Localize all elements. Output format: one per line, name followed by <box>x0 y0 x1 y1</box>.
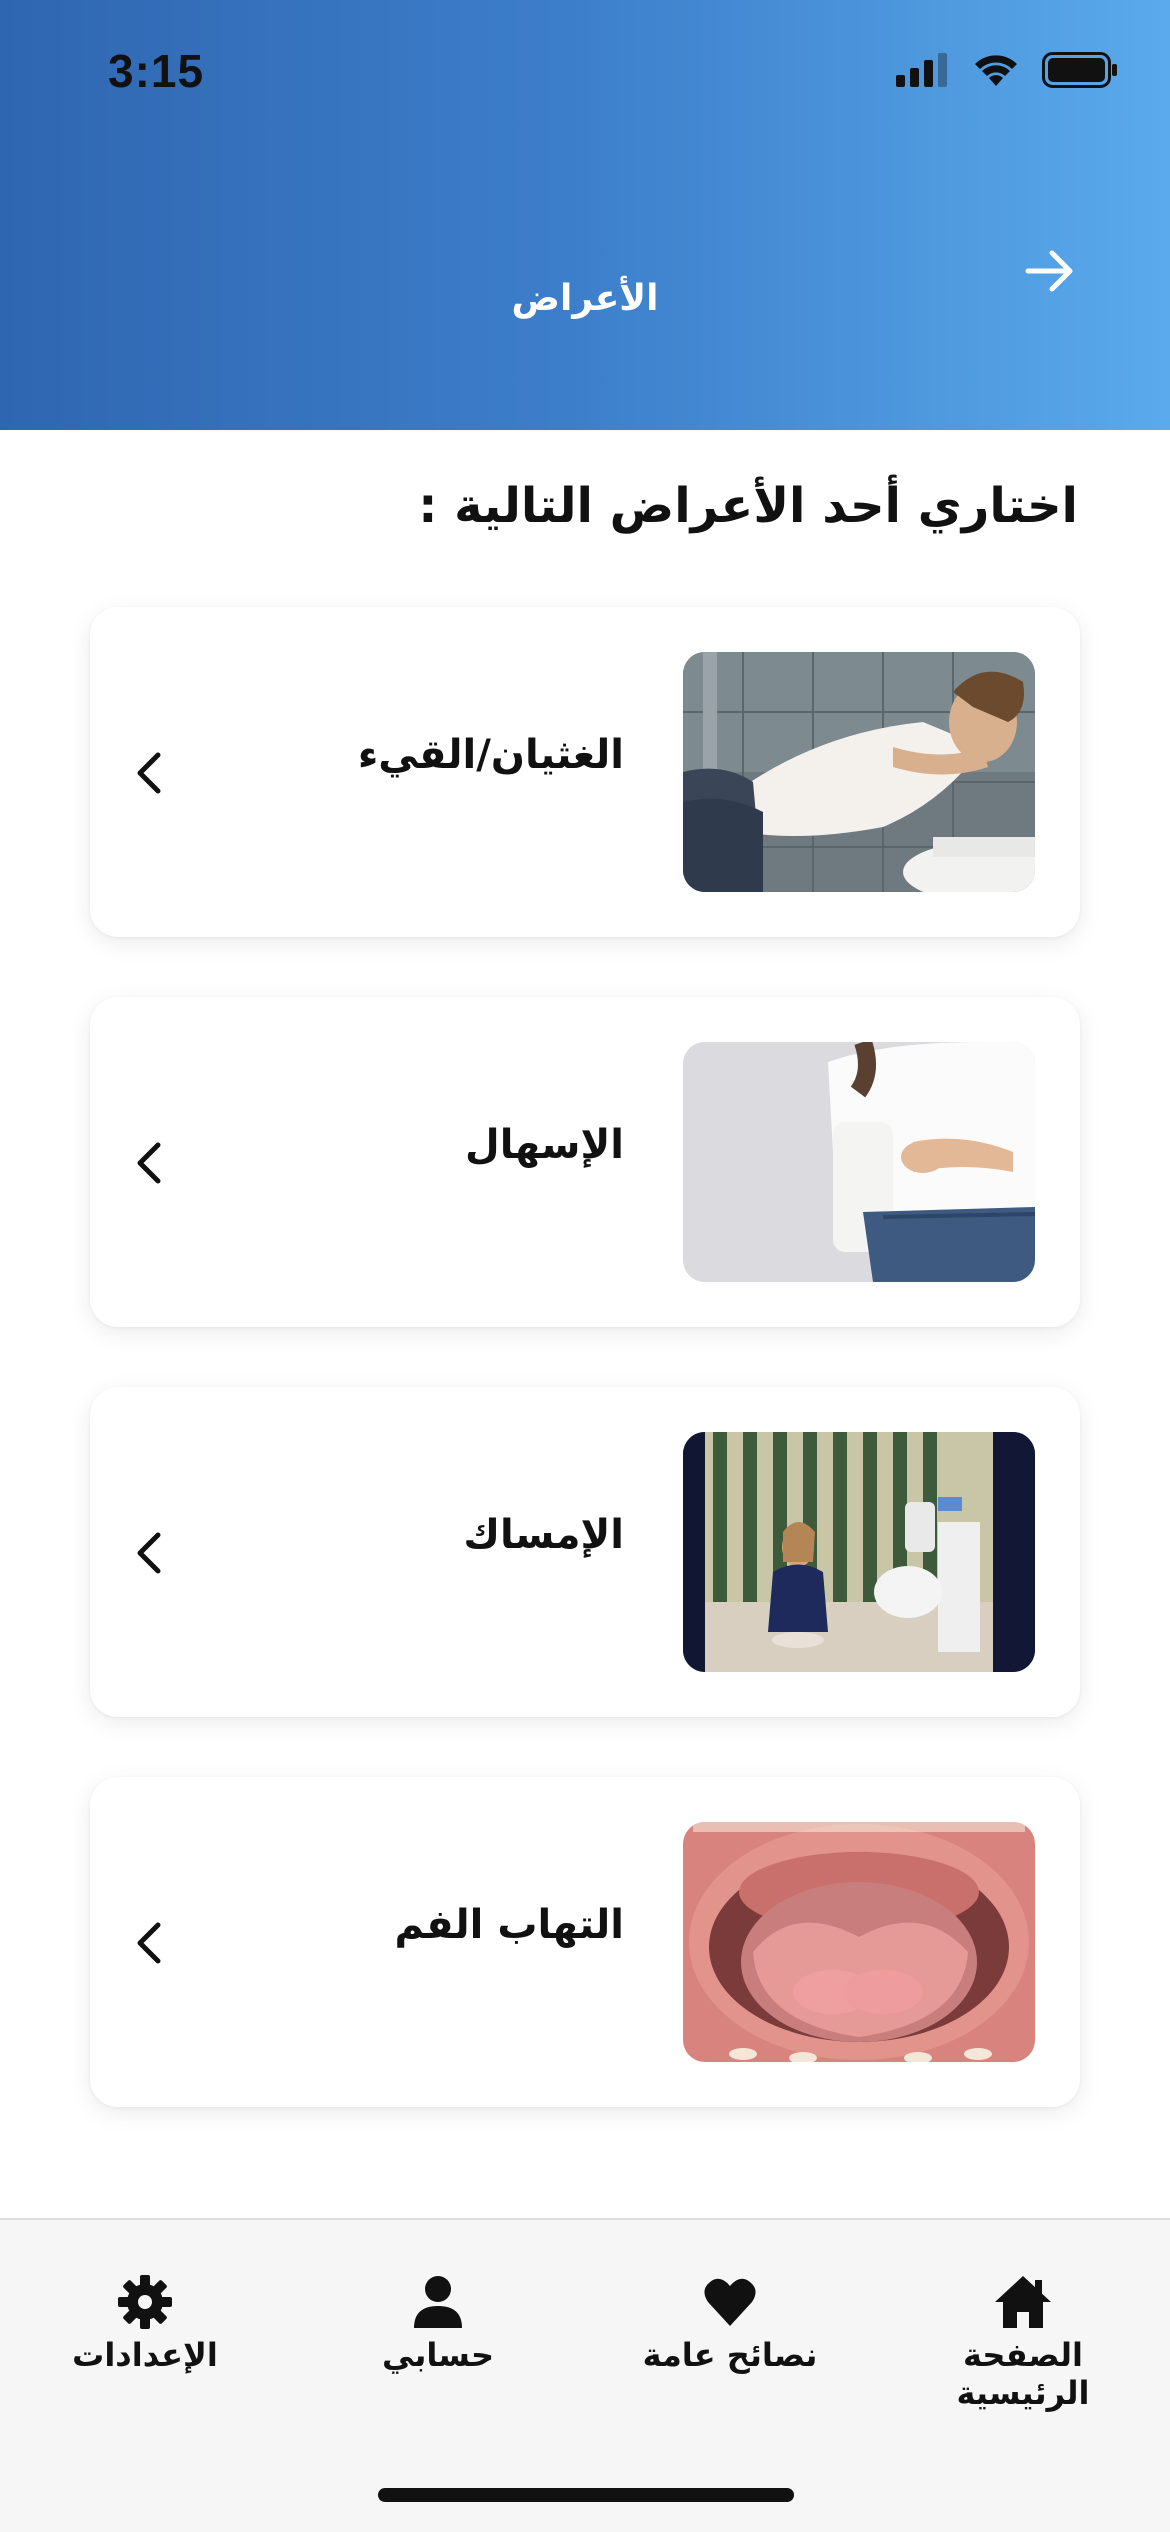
home-indicator <box>378 2488 794 2502</box>
symptom-prompt: اختاري أحد الأعراض التالية : <box>418 478 1078 534</box>
arrow-right-icon <box>1025 250 1073 292</box>
constipation-photo <box>683 1432 1035 1672</box>
tab-label: نصائح عامة <box>642 2336 818 2374</box>
symptom-card-diarrhea[interactable]: الإسهال <box>90 997 1080 1327</box>
symptoms-screen: 3:15 الأعراض اختاري أحد الأعراض التالية … <box>0 0 1170 2532</box>
diarrhea-photo <box>683 1042 1035 1282</box>
tab-label: الإعدادات <box>72 2336 218 2374</box>
signal-icon <box>896 53 947 87</box>
bottom-tab-bar: الإعدادات حسابي نصائح عامة الصفحة الرئيس… <box>0 2218 1170 2532</box>
symptom-label: الغثيان/القيء <box>357 732 624 778</box>
chevron-left-icon <box>124 1523 174 1583</box>
chevron-left-icon <box>124 1133 174 1193</box>
symptom-label: الإمساك <box>463 1512 624 1558</box>
user-icon <box>414 2276 462 2328</box>
tab-account[interactable]: حسابي <box>308 2274 568 2374</box>
tab-settings[interactable]: الإعدادات <box>15 2274 275 2374</box>
symptom-card-mouth-inflammation[interactable]: التهاب الفم <box>90 1777 1080 2107</box>
tab-label: حسابي <box>381 2336 495 2374</box>
status-icons <box>896 52 1118 88</box>
header: 3:15 الأعراض <box>0 0 1170 430</box>
symptom-label: التهاب الفم <box>394 1902 625 1948</box>
wifi-icon <box>975 55 1017 86</box>
tab-general-tips[interactable]: نصائح عامة <box>600 2274 860 2374</box>
chevron-left-icon <box>124 1913 174 1973</box>
tab-label: الصفحة الرئيسية <box>956 2336 1090 2412</box>
symptom-card-constipation[interactable]: الإمساك <box>90 1387 1080 1717</box>
symptom-card-nausea[interactable]: الغثيان/القيء <box>90 607 1080 937</box>
gear-icon <box>118 2275 172 2329</box>
page-title: الأعراض <box>511 278 659 319</box>
tab-home[interactable]: الصفحة الرئيسية <box>893 2274 1153 2412</box>
nausea-photo <box>683 652 1035 892</box>
status-time: 3:15 <box>108 45 205 97</box>
home-icon <box>995 2276 1051 2328</box>
back-button[interactable] <box>1010 236 1090 306</box>
mouth-inflammation-photo <box>683 1822 1035 2062</box>
chevron-left-icon <box>124 743 174 803</box>
heart-icon <box>704 2278 756 2326</box>
symptom-label: الإسهال <box>465 1122 624 1168</box>
battery-icon <box>1042 52 1117 88</box>
